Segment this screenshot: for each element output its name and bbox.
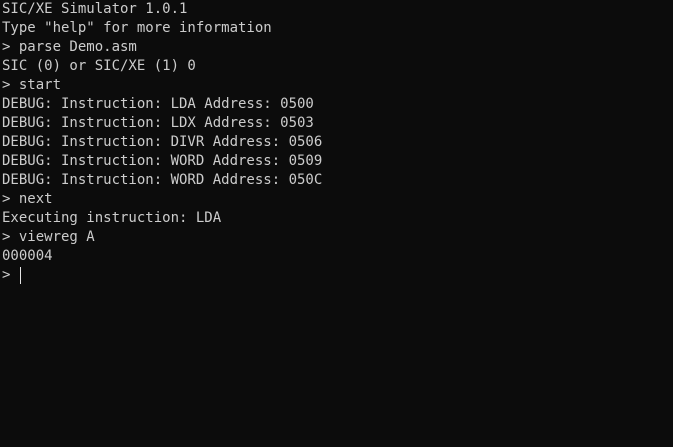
command-next: > next [2,191,53,207]
debug-line: DEBUG: Instruction: DIVR Address: 0506 [2,134,323,150]
help-hint: Type "help" for more information [2,20,272,36]
debug-line: DEBUG: Instruction: WORD Address: 050C [2,172,323,188]
banner-title: SIC/XE Simulator 1.0.1 [2,1,188,17]
debug-line: DEBUG: Instruction: LDA Address: 0500 [2,96,314,112]
register-value: 000004 [2,248,53,264]
command-viewreg: > viewreg A [2,229,95,245]
prompt-symbol: > [2,267,19,283]
command-start: > start [2,77,62,93]
terminal-window[interactable]: SIC/XE Simulator 1.0.1 Type "help" for m… [0,0,673,447]
executing-output: Executing instruction: LDA [2,210,222,226]
debug-line: DEBUG: Instruction: WORD Address: 0509 [2,153,323,169]
input-line[interactable]: > [2,266,673,285]
command-parse: > parse Demo.asm [2,39,137,55]
mode-prompt: SIC (0) or SIC/XE (1) 0 [2,58,196,74]
debug-line: DEBUG: Instruction: LDX Address: 0503 [2,115,314,131]
text-cursor [19,267,21,284]
